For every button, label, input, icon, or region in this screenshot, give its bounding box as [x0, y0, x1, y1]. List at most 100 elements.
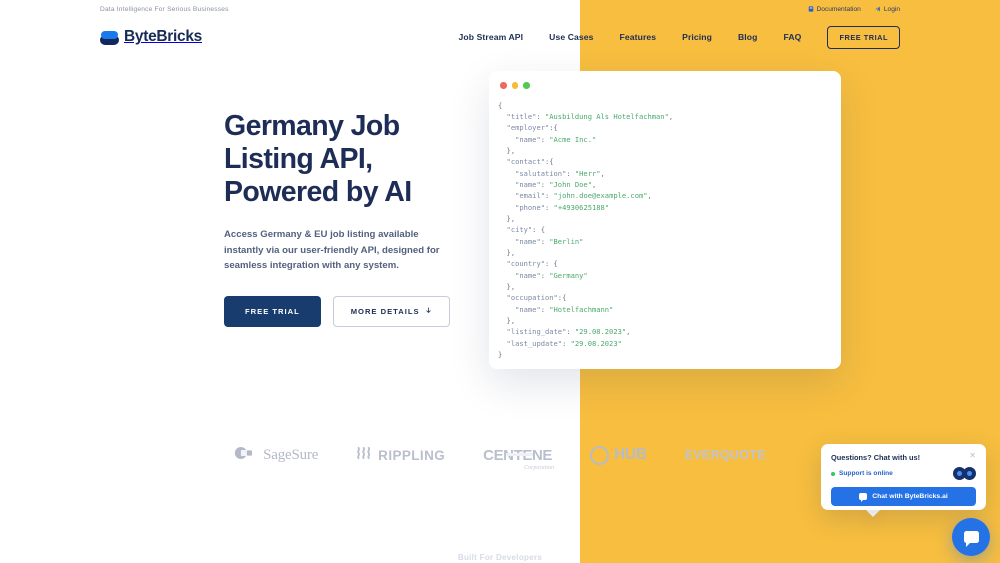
close-red-dot-icon[interactable] [500, 82, 507, 89]
brand-logo[interactable]: ByteBricks [100, 28, 202, 46]
status-badge [831, 471, 835, 476]
hero-subtitle: Access Germany & EU job listing availabl… [224, 229, 440, 272]
code-line: "name": "Berlin" [498, 236, 841, 247]
code-token: : [566, 168, 575, 178]
nav-item-features[interactable]: Features [620, 32, 657, 42]
code-line: }, [498, 281, 841, 292]
brand-name: ByteBricks [124, 28, 202, 45]
code-token: : [540, 179, 550, 189]
code-token: "Ausbildung Als Hotelfachman" [545, 111, 669, 121]
code-token: "john.doe@example.com" [553, 191, 648, 201]
code-token: , [626, 327, 631, 337]
code-token: }, [506, 145, 516, 155]
site-tagline: Data Intelligence For Serious Businesses [100, 5, 229, 13]
code-token: "contact" [506, 157, 545, 167]
code-token: "employer" [506, 123, 550, 133]
code-token: "Acme Inc." [549, 134, 597, 144]
hero-free-trial-button[interactable]: FREE TRIAL [224, 296, 321, 328]
hero-more-details-label: MORE DETAILS [350, 307, 420, 317]
code-token: "country" [506, 259, 545, 269]
code-token: "salutation" [515, 168, 567, 178]
code-token: }, [506, 282, 516, 291]
chat-status: Support is online [831, 470, 893, 477]
code-line: "contact":{ [498, 156, 841, 167]
page-root: Data Intelligence For Serious Businesses… [0, 0, 1000, 563]
top-link-label: Login [883, 5, 900, 13]
nav-item-use-cases[interactable]: Use Cases [549, 32, 593, 42]
code-token: : [540, 134, 550, 144]
code-line: }, [498, 213, 841, 224]
code-token: }, [506, 316, 516, 326]
code-token: "phone" [515, 202, 545, 212]
maximize-green-dot-icon[interactable] [523, 82, 530, 89]
code-token: "Berlin" [549, 236, 584, 246]
footer-peek-heading: Built For Developers [457, 553, 543, 562]
centene-bar-icon [505, 453, 534, 456]
chat-button-label: Chat with ByteBricks.ai [872, 493, 948, 500]
code-line: { [498, 100, 841, 111]
chat-bubble-icon [859, 493, 868, 502]
code-token: : { [532, 225, 545, 235]
code-token: : [545, 191, 554, 201]
code-token: { [498, 100, 503, 110]
close-icon[interactable]: ✕ [969, 452, 976, 460]
top-link-documentation[interactable]: Documentation [808, 6, 861, 13]
code-line: "country": { [498, 258, 841, 269]
logo-label: CENTENECorporation [483, 447, 554, 471]
code-line: "name": "John Doe", [498, 179, 841, 190]
code-token: "name" [515, 304, 541, 314]
code-token: : [566, 327, 575, 337]
code-token: : [545, 202, 554, 212]
hero-more-details-button[interactable]: MORE DETAILS [332, 296, 450, 328]
code-line: } [498, 349, 841, 360]
window-controls [489, 71, 841, 89]
json-code-block: { "title": "Ausbildung Als Hotelfachman"… [489, 89, 841, 361]
code-line: "employer":{ [498, 122, 841, 133]
login-icon [875, 6, 881, 12]
chat-launcher-button[interactable] [952, 518, 990, 556]
code-token: : [536, 111, 545, 121]
agent-avatars [953, 467, 976, 480]
chat-status-label: Support is online [839, 470, 893, 477]
logo-hub: HUB [590, 445, 647, 465]
hero-actions: FREE TRIAL MORE DETAILS [224, 296, 474, 328]
logo-label: HUB [614, 446, 647, 463]
nav-item-faq[interactable]: FAQ [784, 32, 802, 42]
nav-free-trial-button[interactable]: FREE TRIAL [827, 25, 900, 49]
nav-item-job-stream-api[interactable]: Job Stream API [459, 32, 524, 42]
logo-label: EVERQUOTE [684, 448, 766, 462]
code-token: "city" [506, 225, 533, 235]
code-line: "name": "Acme Inc." [498, 134, 841, 145]
logo-centene: CENTENECorporation [483, 447, 554, 471]
code-token: "name" [515, 134, 541, 144]
nav-item-pricing[interactable]: Pricing [682, 32, 712, 42]
hub-circle-icon [590, 445, 610, 465]
avatar [963, 467, 976, 480]
nav-item-blog[interactable]: Blog [738, 32, 758, 42]
code-line: "email": "john.doe@example.com", [498, 190, 841, 201]
code-line: "salutation": "Herr", [498, 168, 841, 179]
code-line: }, [498, 145, 841, 156]
nav-links: Job Stream API Use Cases Features Pricin… [459, 25, 900, 49]
code-token: , [647, 191, 652, 201]
chat-panel-tail [865, 509, 881, 517]
code-token: , [600, 168, 605, 178]
code-token: , [668, 111, 674, 121]
code-token: :{ [544, 157, 554, 167]
code-line: "listing_date": "29.08.2023", [498, 326, 841, 337]
chat-with-bytebricks-button[interactable]: Chat with ByteBricks.ai [831, 487, 976, 506]
code-line: "name": "Germany" [498, 270, 841, 281]
page-title: Germany Job Listing API, Powered by AI [224, 110, 412, 209]
logo-label: SageSure [263, 446, 319, 463]
code-line: }, [498, 315, 841, 326]
code-token: "Germany" [549, 270, 588, 280]
code-token: "name" [515, 179, 541, 189]
chat-bubble-icon [963, 531, 979, 547]
code-token: : { [544, 259, 558, 269]
main-navigation: ByteBricks Job Stream API Use Cases Feat… [0, 18, 1000, 56]
minimize-yellow-dot-icon[interactable] [511, 82, 518, 89]
logo-everquote: EVERQUOTE [685, 448, 766, 462]
top-link-login[interactable]: Login [875, 6, 900, 13]
code-token: "29.08.2023" [570, 338, 622, 348]
code-preview-card: { "title": "Ausbildung Als Hotelfachman"… [489, 71, 841, 369]
